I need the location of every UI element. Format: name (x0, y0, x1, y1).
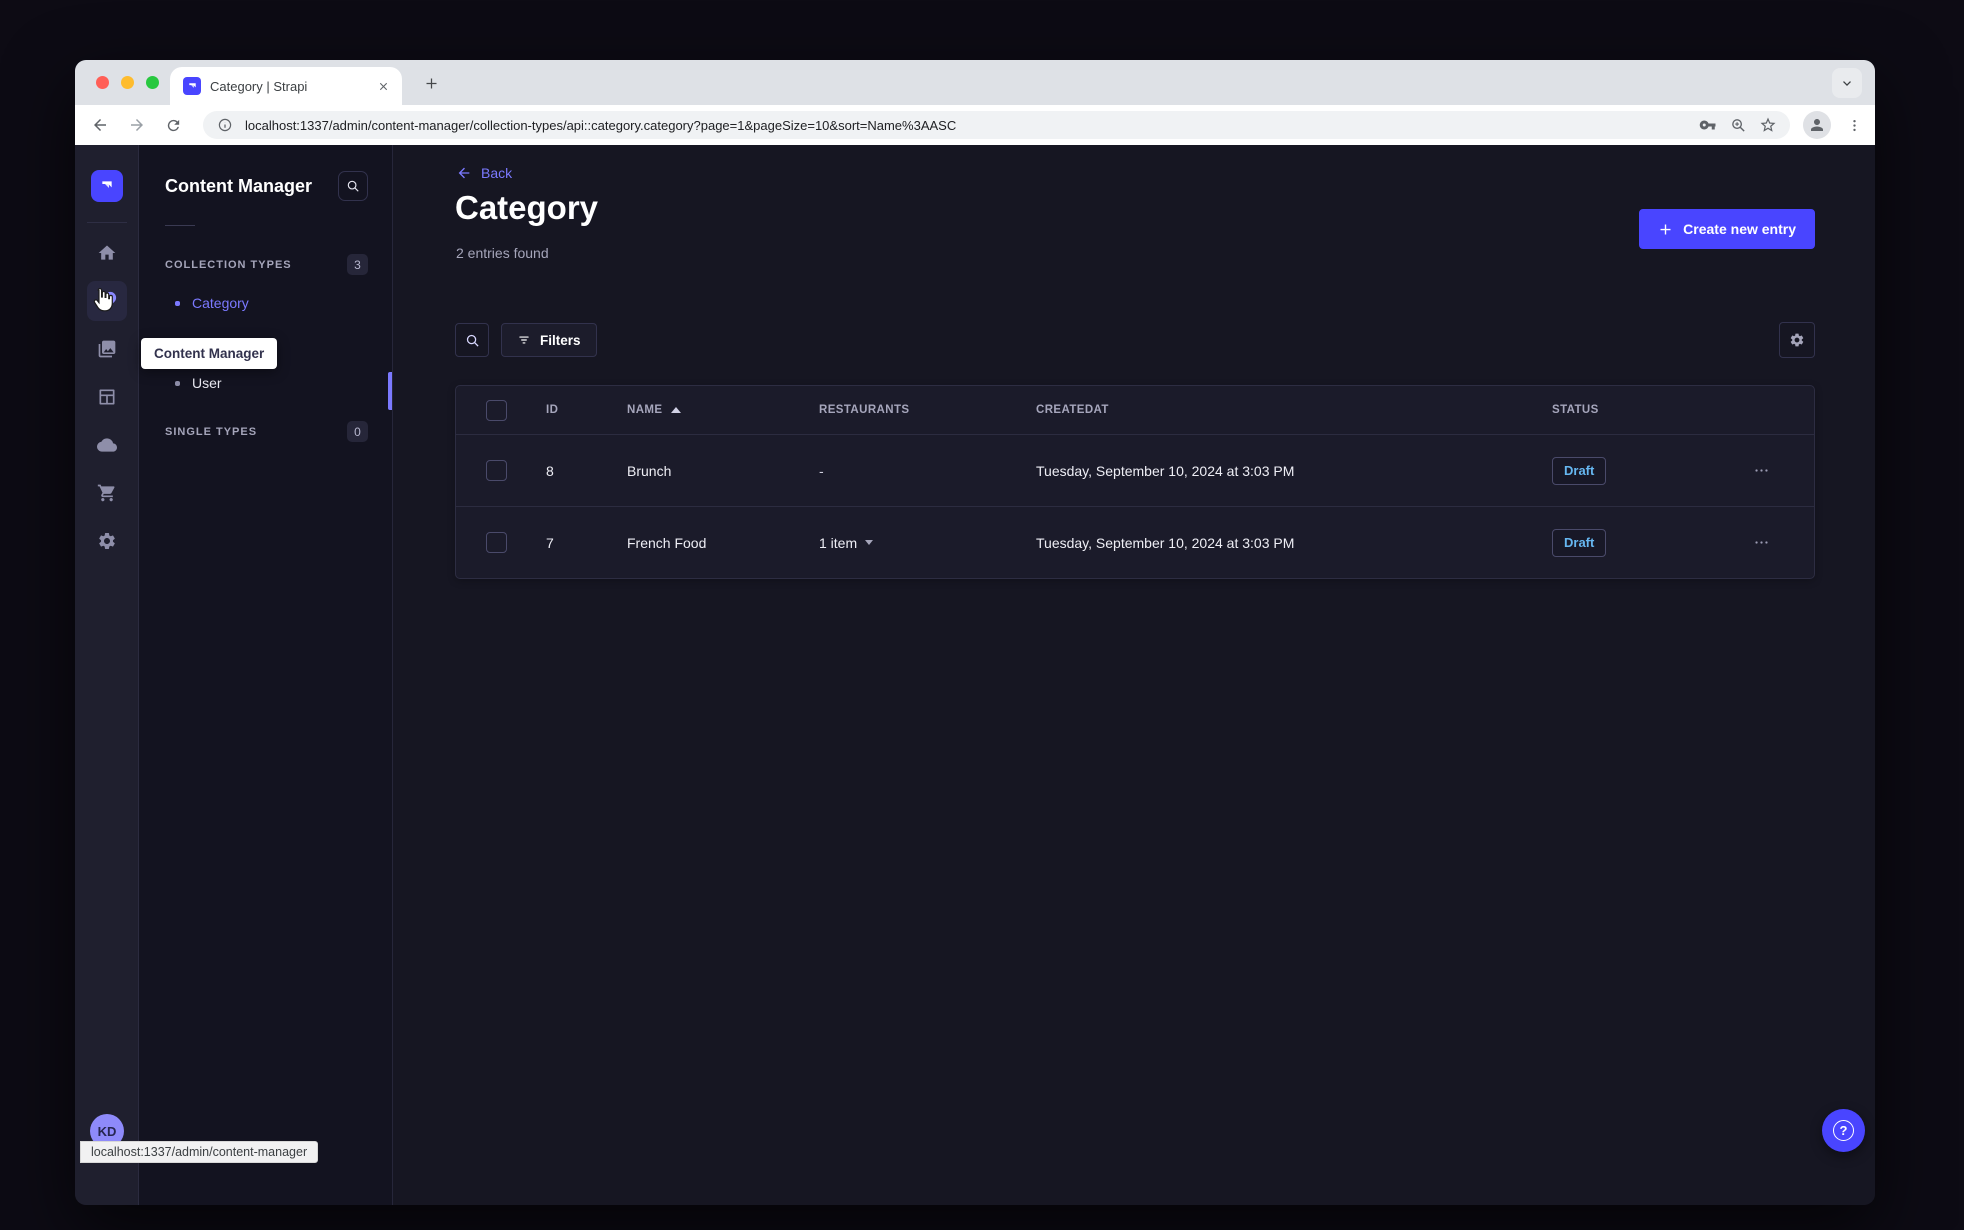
link-status-bubble: localhost:1337/admin/content-manager (80, 1141, 319, 1163)
table-search-button[interactable] (455, 323, 489, 357)
sort-ascending-icon (671, 407, 682, 413)
marketplace-icon[interactable] (87, 473, 127, 513)
minimize-window-button[interactable] (121, 76, 134, 89)
tab-title: Category | Strapi (210, 78, 308, 94)
home-icon[interactable] (87, 233, 127, 273)
subnav-search-button[interactable] (338, 171, 368, 201)
browser-toolbar: localhost:1337/admin/content-manager/col… (75, 105, 1875, 145)
status-badge: Draft (1552, 528, 1607, 557)
collection-types-label: COLLECTION TYPES (165, 258, 292, 271)
row-actions[interactable] (1730, 462, 1814, 479)
question-mark-icon: ? (1833, 1120, 1854, 1141)
cell-id: 7 (546, 534, 554, 551)
bullet-icon (175, 380, 180, 386)
collection-types-count-badge: 3 (347, 254, 368, 275)
browser-window: Category | Strapi localhost:1337/admin/c… (75, 60, 1875, 1205)
strapi-logo[interactable] (90, 170, 123, 202)
main-panel: Back Category 2 entries found Create new… (393, 145, 1875, 1205)
subnav-title: Content Manager (165, 175, 313, 196)
filter-icon (519, 336, 529, 344)
profile-icon[interactable] (1803, 111, 1831, 139)
close-window-button[interactable] (96, 76, 109, 89)
cell-id: 8 (546, 462, 554, 479)
info-icon[interactable] (215, 115, 235, 135)
forward-icon[interactable] (123, 111, 151, 139)
tab-search-chevron-icon[interactable] (1832, 68, 1862, 98)
page-title: Category (455, 189, 599, 226)
strapi-app: KD Content Manager COLLECTION TYPES 3 Ca… (75, 145, 1875, 1205)
arrow-left-icon (458, 167, 470, 179)
active-item-indicator (388, 372, 392, 410)
url-text: localhost:1337/admin/content-manager/col… (245, 117, 957, 133)
chevron-down-icon (865, 540, 874, 545)
cell-status: Draft (1530, 528, 1730, 557)
strapi-favicon-icon (183, 77, 201, 95)
row-checkbox[interactable] (486, 460, 507, 481)
column-header-name[interactable]: NAME (604, 404, 797, 416)
help-button[interactable]: ? (1822, 1109, 1865, 1152)
table-row[interactable]: 7 French Food 1 item Tuesday, September … (456, 506, 1814, 578)
single-types-label: SINGLE TYPES (165, 425, 258, 438)
traffic-lights (96, 76, 159, 89)
hand-cursor-icon (93, 287, 113, 312)
content-manager-subnav: Content Manager COLLECTION TYPES 3 Categ… (139, 145, 393, 1205)
column-header-id[interactable]: ID (526, 404, 604, 416)
filters-button[interactable]: Filters (501, 323, 597, 357)
content-type-builder-icon[interactable] (87, 377, 127, 417)
cell-restaurants: - (819, 462, 824, 479)
select-all-checkbox[interactable] (486, 399, 507, 421)
cell-createdat: Tuesday, September 10, 2024 at 3:03 PM (1036, 534, 1295, 551)
cell-createdat: Tuesday, September 10, 2024 at 3:03 PM (1036, 462, 1295, 479)
create-new-entry-button[interactable]: Create new entry (1639, 209, 1815, 249)
nav-tooltip: Content Manager (141, 338, 278, 369)
rail-divider (86, 222, 127, 223)
key-icon[interactable] (1698, 115, 1718, 135)
view-settings-button[interactable] (1779, 322, 1815, 358)
zoom-window-button[interactable] (146, 76, 159, 89)
cloud-icon[interactable] (87, 425, 127, 465)
new-tab-button[interactable] (419, 71, 443, 95)
cell-name: Brunch (627, 462, 672, 479)
subnav-item-category[interactable]: Category (165, 283, 368, 323)
column-header-status[interactable]: STATUS (1530, 404, 1730, 416)
table-row[interactable]: 8 Brunch - Tuesday, September 10, 2024 a… (456, 434, 1814, 506)
settings-icon[interactable] (87, 521, 127, 561)
table-header-row: ID NAME RESTAURANTS CREATEDAT STATUS (456, 386, 1814, 434)
single-types-count-badge: 0 (347, 421, 368, 442)
cell-name: French Food (627, 534, 707, 551)
entries-count: 2 entries found (456, 245, 549, 261)
tab-strip: Category | Strapi (75, 60, 1875, 105)
tab-close-icon[interactable] (374, 77, 392, 95)
cell-status: Draft (1530, 456, 1730, 485)
more-actions-icon[interactable] (1753, 462, 1770, 479)
back-link[interactable]: Back (456, 165, 512, 181)
status-badge: Draft (1552, 456, 1607, 485)
url-bar[interactable]: localhost:1337/admin/content-manager/col… (203, 111, 1790, 139)
star-icon[interactable] (1758, 115, 1778, 135)
media-library-icon[interactable] (87, 329, 127, 369)
reload-icon[interactable] (159, 111, 187, 139)
more-actions-icon[interactable] (1753, 534, 1770, 551)
subnav-divider (165, 225, 195, 226)
plus-icon (1660, 224, 1671, 234)
column-header-createdat[interactable]: CREATEDAT (1015, 404, 1530, 416)
row-actions[interactable] (1730, 534, 1814, 551)
row-checkbox[interactable] (486, 532, 507, 553)
browser-tab[interactable]: Category | Strapi (170, 67, 402, 105)
kebab-menu-icon[interactable] (1841, 111, 1867, 139)
column-header-restaurants[interactable]: RESTAURANTS (797, 404, 1015, 416)
cell-restaurants[interactable]: 1 item (797, 535, 1015, 551)
entries-table: ID NAME RESTAURANTS CREATEDAT STATUS 8 B… (455, 385, 1815, 579)
zoom-icon[interactable] (1728, 115, 1748, 135)
bullet-icon (175, 300, 180, 306)
subnav-item-user[interactable]: User (165, 363, 368, 403)
back-icon[interactable] (86, 111, 114, 139)
